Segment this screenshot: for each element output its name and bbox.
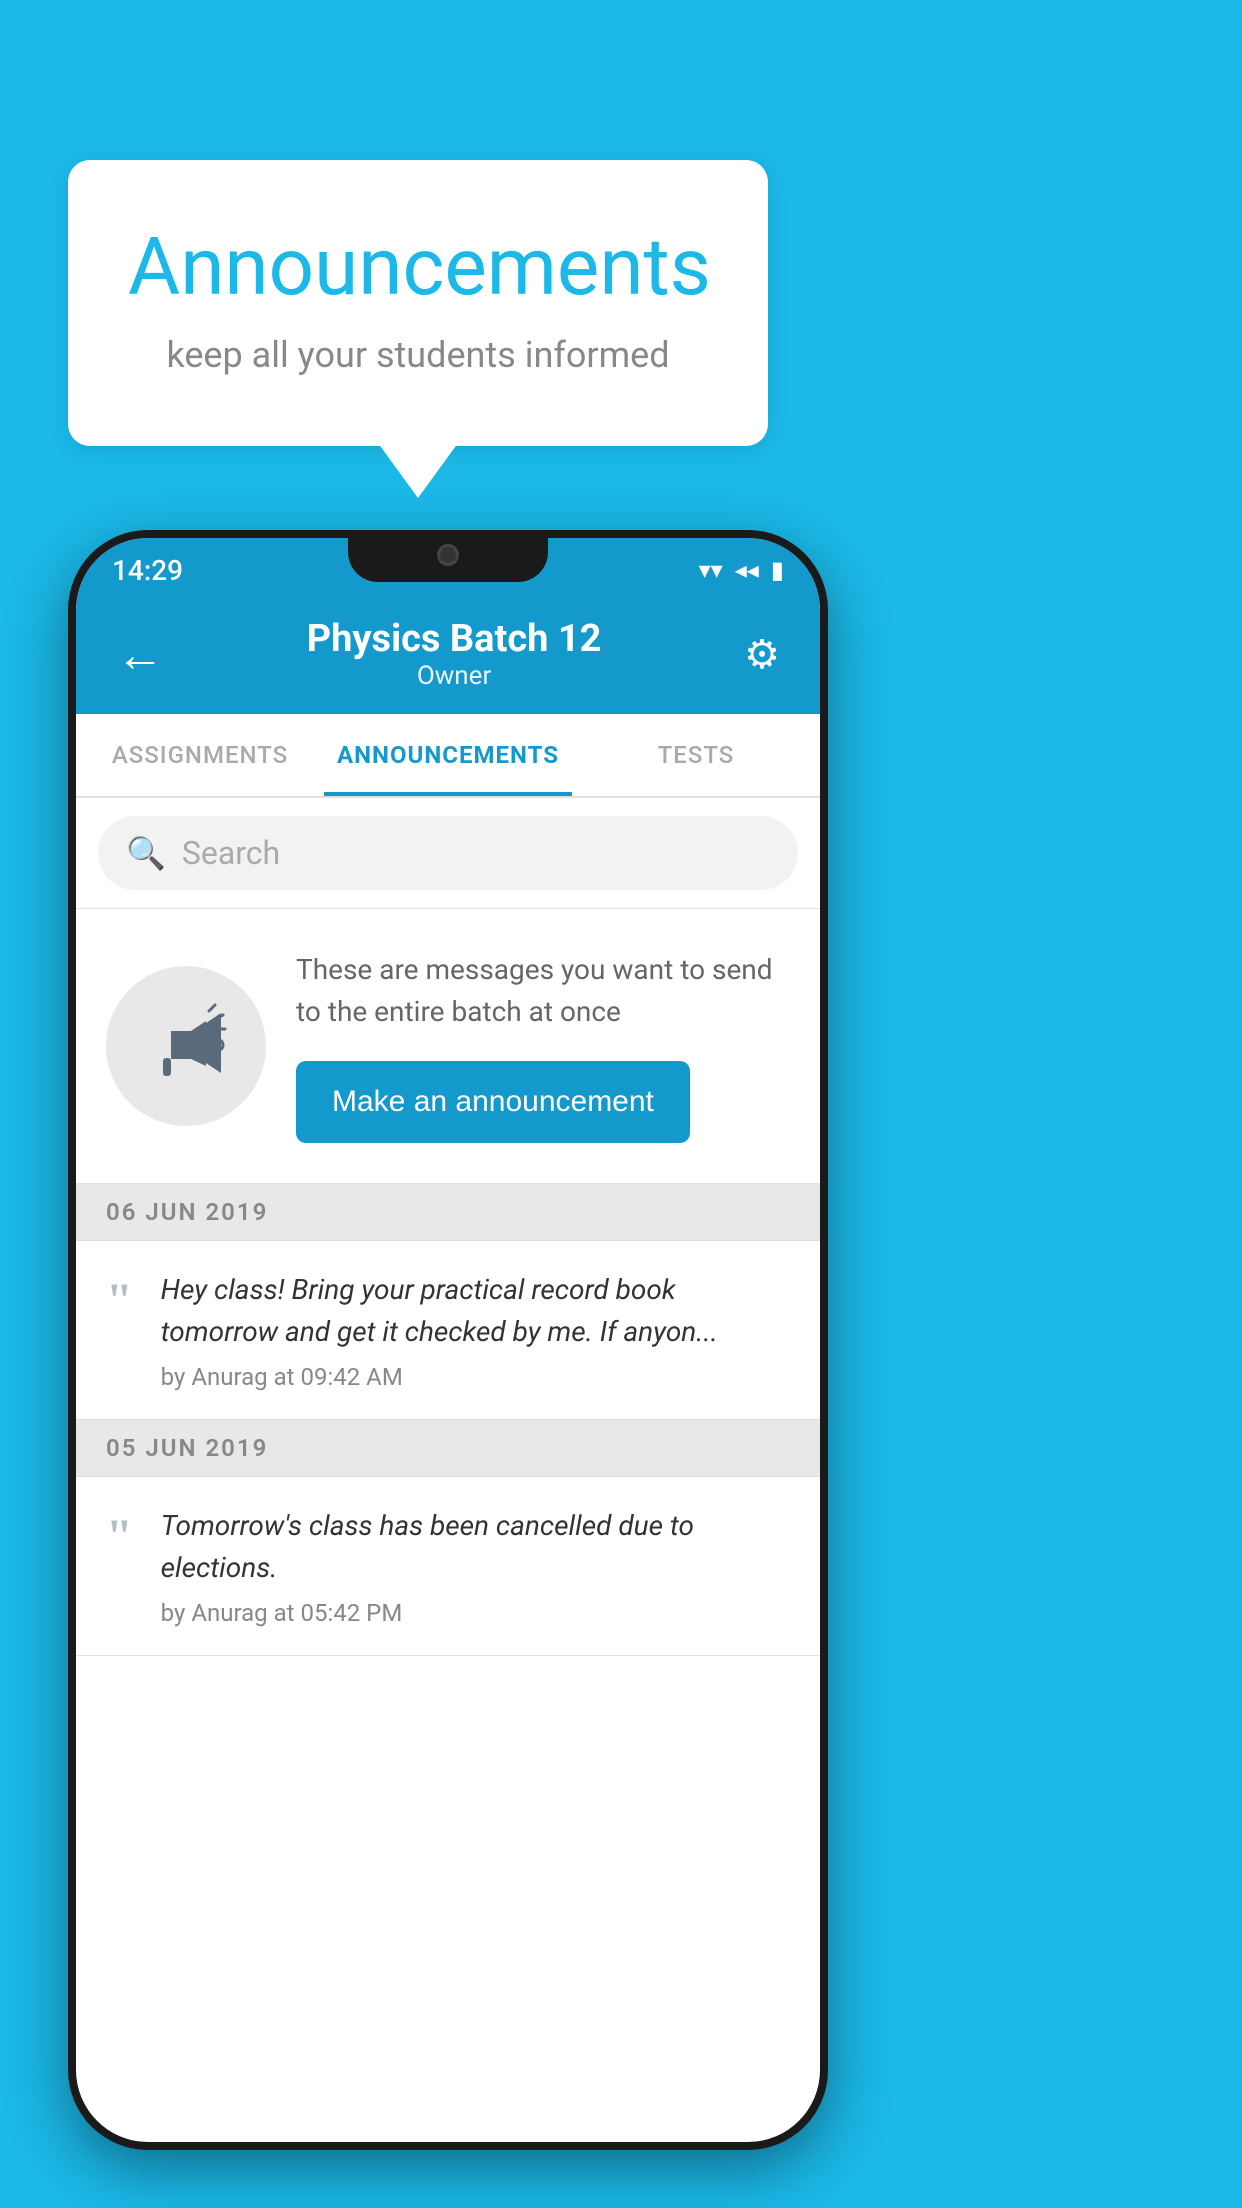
speech-bubble: Announcements keep all your students inf… [68,160,768,446]
signal-icon: ◂◂ [735,556,759,584]
announcement-item-1: " Hey class! Bring your practical record… [76,1241,820,1420]
status-icons: ▾▾ ◂◂ ▮ [699,556,784,584]
tab-tests[interactable]: TESTS [572,714,820,796]
megaphone-icon [141,1001,231,1091]
quote-icon-1: " [106,1277,133,1325]
speech-bubble-container: Announcements keep all your students inf… [68,160,768,446]
battery-icon: ▮ [771,556,784,584]
search-icon: 🔍 [126,834,166,872]
back-button[interactable]: ← [106,616,174,693]
announcement-author-2: by Anurag at 05:42 PM [161,1599,790,1627]
phone-notch [348,530,548,582]
wifi-icon: ▾▾ [699,556,723,584]
make-announcement-button[interactable]: Make an announcement [296,1061,690,1143]
phone-frame: 14:29 ▾▾ ◂◂ ▮ ← Physics Batch 12 Owner ⚙… [68,530,828,2150]
announcement-message-2: Tomorrow's class has been cancelled due … [161,1505,790,1589]
status-time: 14:29 [112,554,183,587]
app-bar-center: Physics Batch 12 Owner [174,617,734,691]
settings-button[interactable]: ⚙ [734,621,790,688]
intro-card: These are messages you want to send to t… [76,909,820,1184]
megaphone-circle [106,966,266,1126]
announcement-item-2: " Tomorrow's class has been cancelled du… [76,1477,820,1656]
tab-announcements[interactable]: ANNOUNCEMENTS [324,714,572,796]
phone-camera [437,544,459,566]
app-bar-title: Physics Batch 12 [174,617,734,661]
search-placeholder: Search [182,834,280,872]
date-separator-1: 06 JUN 2019 [76,1184,820,1241]
announcement-author-1: by Anurag at 09:42 AM [161,1363,790,1391]
app-bar-subtitle: Owner [174,661,734,691]
intro-description: These are messages you want to send to t… [296,949,790,1033]
announcement-text-1: Hey class! Bring your practical record b… [161,1269,790,1391]
announcements-title: Announcements [128,220,708,314]
phone-screen: 14:29 ▾▾ ◂◂ ▮ ← Physics Batch 12 Owner ⚙… [76,538,820,2142]
date-separator-2: 05 JUN 2019 [76,1420,820,1477]
tab-assignments[interactable]: ASSIGNMENTS [76,714,324,796]
tabs-bar: ASSIGNMENTS ANNOUNCEMENTS TESTS [76,714,820,798]
app-bar: ← Physics Batch 12 Owner ⚙ [76,594,820,714]
intro-content: These are messages you want to send to t… [296,949,790,1143]
announcements-subtitle: keep all your students informed [128,334,708,376]
announcement-message-1: Hey class! Bring your practical record b… [161,1269,790,1353]
search-container: 🔍 Search [76,798,820,909]
announcement-text-2: Tomorrow's class has been cancelled due … [161,1505,790,1627]
search-bar[interactable]: 🔍 Search [98,816,798,890]
content-area: 🔍 Search [76,798,820,1656]
quote-icon-2: " [106,1513,133,1561]
